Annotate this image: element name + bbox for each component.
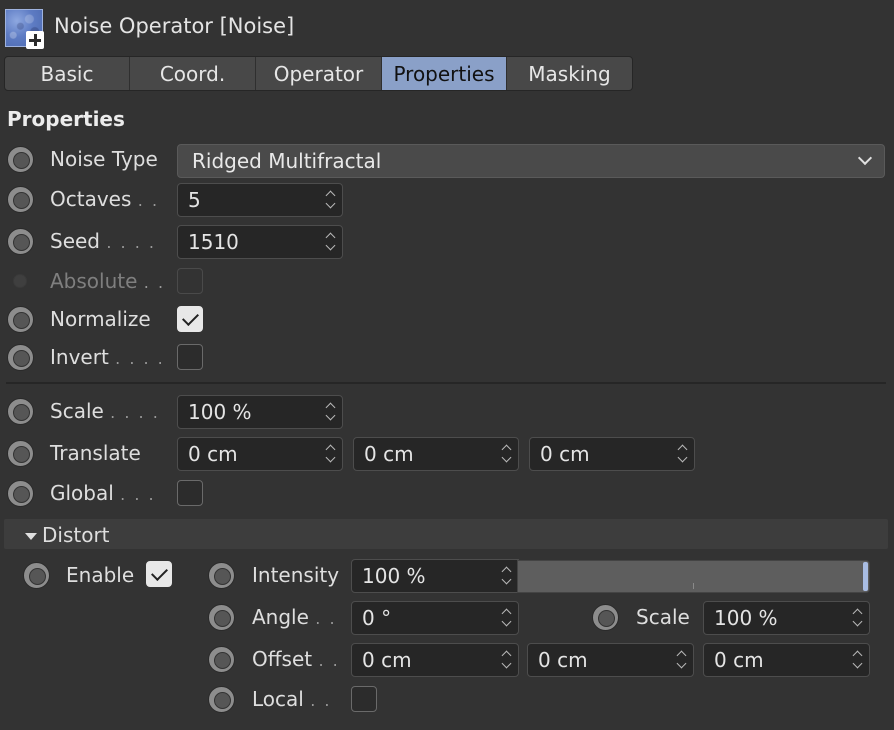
intensity-value: 100 % <box>362 564 426 588</box>
translate-z-input[interactable]: 0 cm <box>529 437 695 471</box>
global-label: Global . . . <box>50 481 156 505</box>
animate-seed-icon[interactable] <box>7 228 34 255</box>
intensity-slider-handle[interactable] <box>863 562 868 591</box>
translate-z-value: 0 cm <box>540 442 590 466</box>
absolute-checkbox <box>177 268 203 294</box>
animate-normalize-icon[interactable] <box>7 306 34 333</box>
animate-noise-type-icon[interactable] <box>7 146 34 173</box>
animate-offset-icon[interactable] <box>208 646 235 673</box>
octaves-input[interactable]: 5 <box>177 183 343 217</box>
animate-enable-icon[interactable] <box>23 562 50 589</box>
seed-value: 1510 <box>188 230 239 254</box>
stepper-arrows-icon[interactable] <box>501 444 513 464</box>
triangle-down-icon[interactable] <box>25 533 37 540</box>
animate-angle-icon[interactable] <box>208 604 235 631</box>
angle-value: 0 ° <box>362 606 392 630</box>
stepper-arrows-icon[interactable] <box>852 650 864 670</box>
chevron-down-icon <box>857 150 873 166</box>
tab-masking[interactable]: Masking <box>507 57 632 90</box>
enable-label: Enable <box>66 563 135 587</box>
seed-label: Seed . . . . <box>50 229 156 253</box>
angle-input[interactable]: 0 ° <box>351 601 519 635</box>
plus-icon <box>26 31 44 49</box>
translate-y-input[interactable]: 0 cm <box>353 437 519 471</box>
object-title: Noise Operator [Noise] <box>54 14 295 38</box>
local-label: Local . . <box>252 687 332 711</box>
invert-checkbox[interactable] <box>177 344 203 370</box>
animate-scale-icon[interactable] <box>7 398 34 425</box>
stepper-arrows-icon[interactable] <box>501 608 513 628</box>
noise-type-value: Ridged Multifractal <box>192 149 382 173</box>
stepper-arrows-icon[interactable] <box>325 402 337 422</box>
normalize-label: Normalize <box>50 307 151 331</box>
scale-value: 100 % <box>188 400 252 424</box>
tab-basic[interactable]: Basic <box>5 57 130 90</box>
offset-label: Offset . . <box>252 647 340 671</box>
offset-x-value: 0 cm <box>362 648 412 672</box>
stepper-arrows-icon[interactable] <box>677 444 689 464</box>
stepper-arrows-icon[interactable] <box>676 650 688 670</box>
normalize-checkbox[interactable] <box>177 306 203 332</box>
octaves-label: Octaves . . <box>50 187 160 211</box>
tab-properties[interactable]: Properties <box>382 57 507 90</box>
noise-operator-icon <box>5 9 44 49</box>
noise-type-label: Noise Type <box>50 147 158 171</box>
stepper-arrows-icon[interactable] <box>501 566 513 586</box>
stepper-arrows-icon[interactable] <box>325 444 337 464</box>
distort-group-header[interactable] <box>4 519 888 549</box>
translate-x-input[interactable]: 0 cm <box>177 437 343 471</box>
offset-y-value: 0 cm <box>538 648 588 672</box>
animate-translate-icon[interactable] <box>7 440 34 467</box>
stepper-arrows-icon[interactable] <box>325 232 337 252</box>
animate-octaves-icon[interactable] <box>7 186 34 213</box>
animate-invert-icon[interactable] <box>7 344 34 371</box>
distort-scale-value: 100 % <box>714 606 778 630</box>
intensity-label: Intensity <box>252 563 340 587</box>
tab-bar: Basic Coord. Operator Properties Masking <box>4 56 633 91</box>
scale-label: Scale . . . . <box>50 399 160 423</box>
translate-label: Translate <box>50 441 141 465</box>
offset-y-input[interactable]: 0 cm <box>527 643 694 677</box>
animate-local-icon[interactable] <box>208 686 235 713</box>
global-checkbox[interactable] <box>177 480 203 506</box>
stepper-arrows-icon[interactable] <box>852 608 864 628</box>
translate-y-value: 0 cm <box>364 442 414 466</box>
scale-input[interactable]: 100 % <box>177 395 343 429</box>
distort-scale-label: Scale <box>636 605 690 629</box>
stepper-arrows-icon[interactable] <box>501 650 513 670</box>
enable-checkbox[interactable] <box>146 561 172 587</box>
noise-type-dropdown[interactable]: Ridged Multifractal <box>177 144 885 178</box>
local-checkbox[interactable] <box>351 686 377 712</box>
tab-coord[interactable]: Coord. <box>130 57 256 90</box>
section-divider <box>6 382 886 384</box>
distort-scale-input[interactable]: 100 % <box>703 601 870 635</box>
seed-input[interactable]: 1510 <box>177 225 343 259</box>
distort-title: Distort <box>42 523 110 547</box>
animate-distort-scale-icon[interactable] <box>592 604 619 631</box>
offset-z-value: 0 cm <box>714 648 764 672</box>
absolute-label: Absolute . . <box>50 269 166 293</box>
animate-intensity-icon[interactable] <box>208 562 235 589</box>
section-title: Properties <box>7 107 125 131</box>
angle-label: Angle . . <box>252 605 337 629</box>
translate-x-value: 0 cm <box>188 442 238 466</box>
offset-x-input[interactable]: 0 cm <box>351 643 519 677</box>
invert-label: Invert . . . . <box>50 345 165 369</box>
stepper-arrows-icon[interactable] <box>325 190 337 210</box>
animate-global-icon[interactable] <box>7 480 34 507</box>
tab-operator[interactable]: Operator <box>256 57 382 90</box>
offset-z-input[interactable]: 0 cm <box>703 643 870 677</box>
octaves-value: 5 <box>188 188 201 212</box>
intensity-input[interactable]: 100 % <box>351 559 519 593</box>
slider-tick <box>693 583 694 589</box>
animate-absolute-icon <box>13 274 27 288</box>
